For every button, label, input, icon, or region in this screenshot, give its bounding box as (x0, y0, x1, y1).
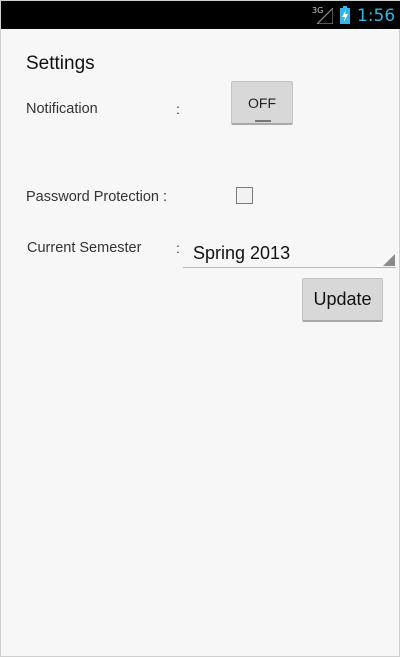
status-clock: 1:56 (357, 6, 396, 26)
update-button[interactable]: Update (302, 278, 383, 322)
password-protection-checkbox[interactable] (236, 187, 253, 204)
toggle-state-label: OFF (248, 95, 276, 111)
current-semester-label: Current Semester (27, 240, 142, 256)
current-semester-separator: : (176, 240, 180, 256)
dropdown-corner-icon (383, 254, 395, 266)
signal-icon (317, 8, 333, 24)
notification-separator: : (176, 101, 180, 117)
battery-charging-icon (340, 6, 350, 24)
semester-spinner[interactable]: Spring 2013 (183, 238, 396, 268)
page-title: Settings (26, 53, 95, 74)
app-window: 3G 1:56 Settings Notification : OFF Pass… (0, 0, 400, 657)
status-bar: 3G 1:56 (1, 1, 400, 29)
toggle-indicator (255, 120, 271, 122)
notification-toggle[interactable]: OFF (231, 81, 293, 125)
password-protection-label: Password Protection : (26, 189, 168, 205)
notification-label: Notification (26, 101, 98, 117)
semester-selected-value: Spring 2013 (193, 243, 291, 263)
